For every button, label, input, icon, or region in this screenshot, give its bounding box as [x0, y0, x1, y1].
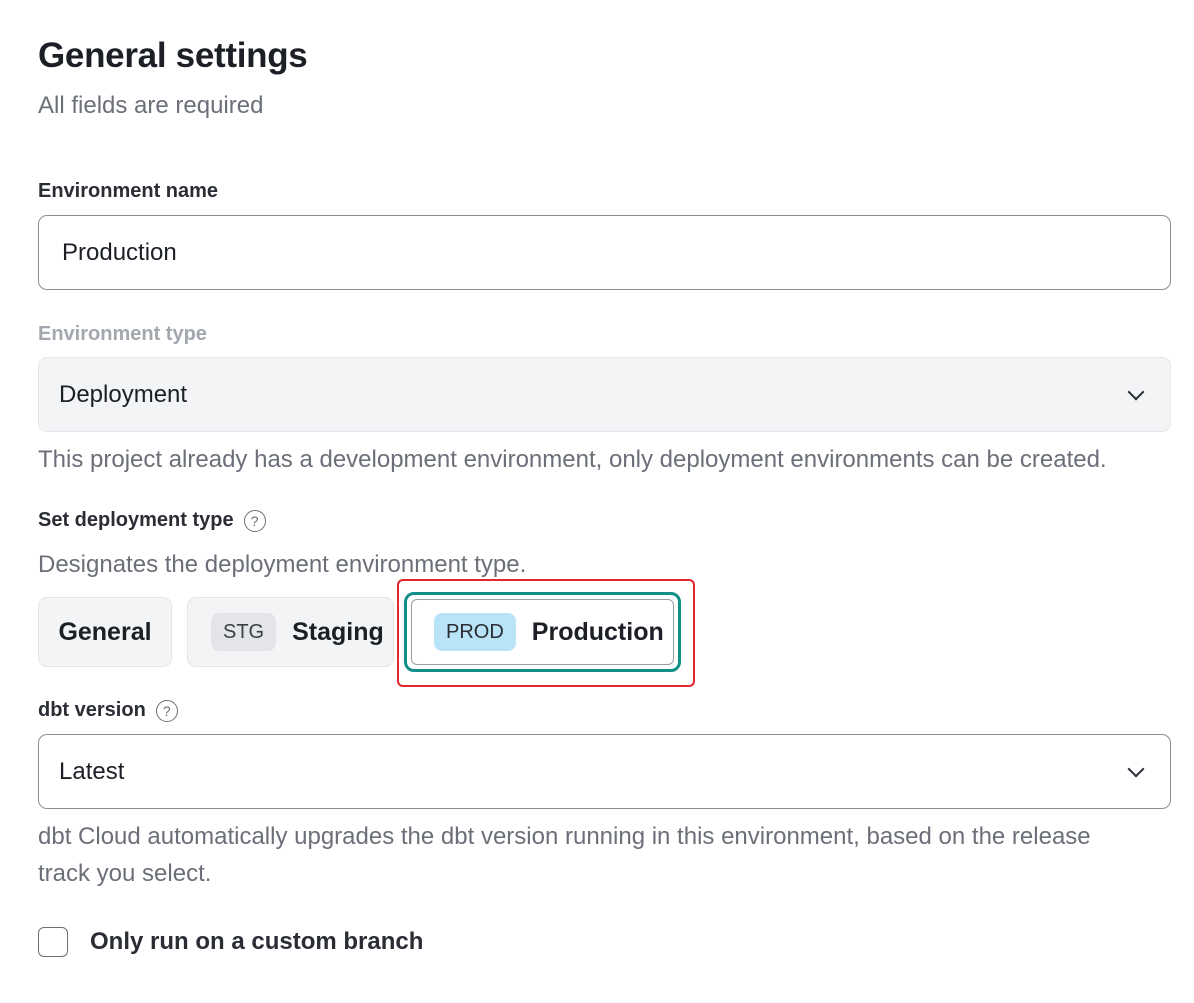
environment-type-label: Environment type: [38, 323, 207, 345]
environment-type-value: Deployment: [59, 380, 188, 408]
environment-name-label: Environment name: [38, 180, 219, 202]
deployment-option-staging[interactable]: STG Staging: [187, 597, 394, 667]
environment-type-helper: This project already has a development e…: [38, 446, 1107, 473]
custom-branch-checkbox[interactable]: [38, 927, 68, 957]
deployment-type-helper: Designates the deployment environment ty…: [38, 551, 527, 578]
dbt-version-helper: dbt Cloud automatically upgrades the dbt…: [38, 818, 1091, 892]
dbt-version-helper-line1: dbt Cloud automatically upgrades the dbt…: [38, 823, 1091, 850]
dbt-version-helper-line2: track you select.: [38, 860, 212, 887]
deployment-option-label: Staging: [292, 617, 384, 646]
chevron-down-icon: [1127, 760, 1145, 777]
stg-tag: STG: [211, 613, 277, 651]
deployment-option-production-inner: PROD Production: [411, 599, 674, 665]
dbt-version-select[interactable]: Latest: [38, 734, 1171, 809]
dbt-version-value: Latest: [59, 757, 125, 785]
dbt-version-label-text: dbt version: [38, 699, 146, 721]
page-title: General settings: [38, 36, 308, 75]
deployment-type-label: Set deployment type ?: [38, 509, 266, 532]
deployment-type-label-text: Set deployment type: [38, 509, 234, 531]
custom-branch-label: Only run on a custom branch: [90, 928, 424, 955]
deployment-option-general[interactable]: General: [38, 597, 172, 667]
environment-name-input[interactable]: Production: [38, 215, 1171, 290]
deployment-option-production[interactable]: PROD Production: [404, 592, 681, 672]
dbt-version-label: dbt version ?: [38, 699, 178, 722]
page-subtitle: All fields are required: [38, 92, 264, 119]
chevron-down-icon: [1127, 383, 1145, 400]
deployment-option-label: General: [58, 617, 152, 646]
question-circle-icon[interactable]: ?: [243, 509, 266, 532]
custom-branch-row[interactable]: Only run on a custom branch: [38, 927, 423, 957]
prod-tag: PROD: [434, 613, 516, 651]
question-circle-icon[interactable]: ?: [155, 699, 178, 722]
environment-type-select: Deployment: [38, 357, 1171, 432]
deployment-option-label: Production: [531, 617, 664, 646]
